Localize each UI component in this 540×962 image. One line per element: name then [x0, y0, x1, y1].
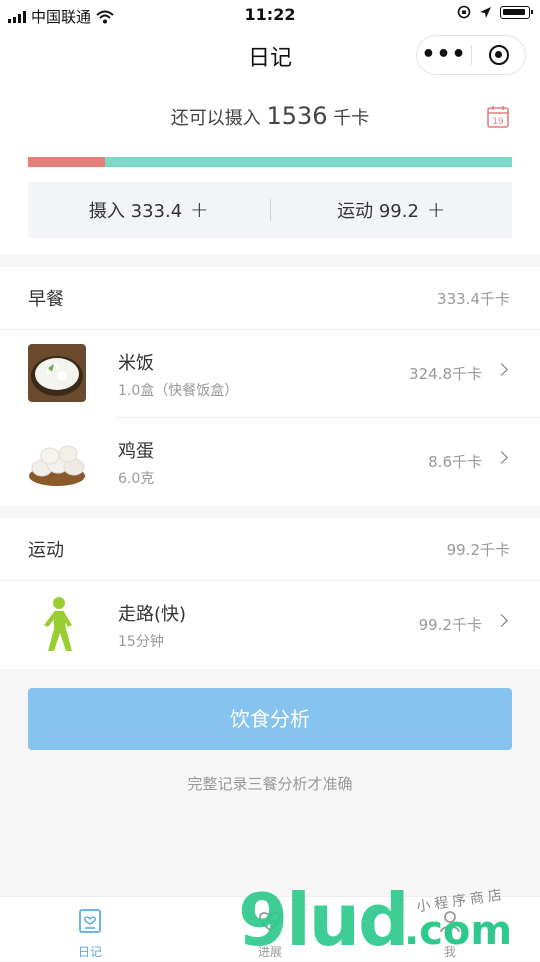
- location-icon: [480, 6, 491, 18]
- nav-bar: 日记 •••: [0, 30, 540, 80]
- walking-icon: [44, 597, 72, 651]
- diary-icon: [79, 909, 101, 933]
- intake-label: 摄入 333.4: [88, 201, 183, 222]
- more-menu-button[interactable]: •••: [417, 44, 471, 66]
- breakfast-section: 早餐 333.4千卡 米饭 1.0盒（快餐饭盒） 324.8千卡 鸡蛋 6.0克…: [0, 267, 540, 506]
- food-portion: 6.0克: [118, 471, 155, 487]
- section-title: 早餐: [28, 289, 64, 310]
- exercise-duration: 15分钟: [118, 634, 164, 650]
- section-total: 333.4千卡: [437, 289, 510, 308]
- food-calories: 324.8千卡: [409, 365, 482, 383]
- food-name: 鸡蛋: [118, 441, 154, 462]
- remaining-value: 1536: [266, 102, 328, 130]
- calendar-day: 19: [492, 117, 504, 127]
- food-calories: 8.6千卡: [428, 453, 482, 471]
- tab-label: 日记: [77, 945, 102, 959]
- rice-image: [28, 344, 86, 402]
- target-icon: [488, 45, 509, 65]
- chevron-right-icon: [495, 451, 508, 464]
- food-item-rice[interactable]: 米饭 1.0盒（快餐饭盒） 324.8千卡: [0, 330, 540, 418]
- exercise-header: 运动 99.2千卡: [0, 518, 540, 581]
- miniprogram-capsule: •••: [416, 35, 526, 75]
- status-right: [457, 5, 533, 19]
- exercise-item-walk[interactable]: 走路(快) 15分钟 99.2千卡: [0, 581, 540, 669]
- food-portion: 1.0盒（快餐饭盒）: [118, 383, 239, 399]
- calendar-icon[interactable]: 19: [486, 105, 510, 129]
- diet-analysis-button[interactable]: 饮食分析: [28, 688, 512, 750]
- calorie-summary: 还可以摄入 1536 千卡 19 摄入 333.4 + 运动 99.2 +: [0, 80, 540, 254]
- analysis-hint: 完整记录三餐分析才准确: [187, 775, 353, 793]
- calorie-progress-bar: [28, 157, 512, 167]
- tab-diary[interactable]: 日记: [0, 897, 180, 961]
- chevron-right-icon: [495, 614, 508, 627]
- add-exercise-button[interactable]: 运动 99.2 +: [271, 197, 513, 223]
- watermark-logo: 9lud: [238, 878, 410, 962]
- intake-progress-fill: [28, 157, 106, 167]
- status-bar: 中国联通 11:22: [0, 0, 540, 30]
- remaining-prefix: 还可以摄入: [170, 108, 261, 129]
- exercise-label: 运动 99.2: [337, 201, 419, 222]
- watermark: 9lud .com 小程序商店: [238, 880, 538, 960]
- breakfast-header: 早餐 333.4千卡: [0, 267, 540, 330]
- exercise-section: 运动 99.2千卡 走路(快) 15分钟 99.2千卡: [0, 518, 540, 669]
- remaining-calories: 还可以摄入 1536 千卡: [0, 102, 540, 130]
- plus-icon: +: [190, 198, 209, 223]
- exercise-name: 走路(快): [118, 604, 187, 625]
- section-title: 运动: [28, 540, 64, 561]
- close-miniprogram-button[interactable]: [472, 45, 525, 65]
- plus-icon: +: [426, 198, 446, 223]
- add-intake-button[interactable]: 摄入 333.4 +: [28, 197, 270, 223]
- orientation-lock-icon: [457, 5, 471, 19]
- chevron-right-icon: [495, 363, 508, 376]
- remaining-unit: 千卡: [333, 108, 370, 129]
- battery-icon: [500, 5, 533, 19]
- quick-add-panel: 摄入 333.4 + 运动 99.2 +: [28, 182, 512, 238]
- egg-image: [28, 432, 86, 490]
- exercise-calories: 99.2千卡: [418, 616, 482, 634]
- section-total: 99.2千卡: [446, 540, 510, 559]
- food-name: 米饭: [118, 353, 154, 374]
- food-item-egg[interactable]: 鸡蛋 6.0克 8.6千卡: [0, 418, 540, 506]
